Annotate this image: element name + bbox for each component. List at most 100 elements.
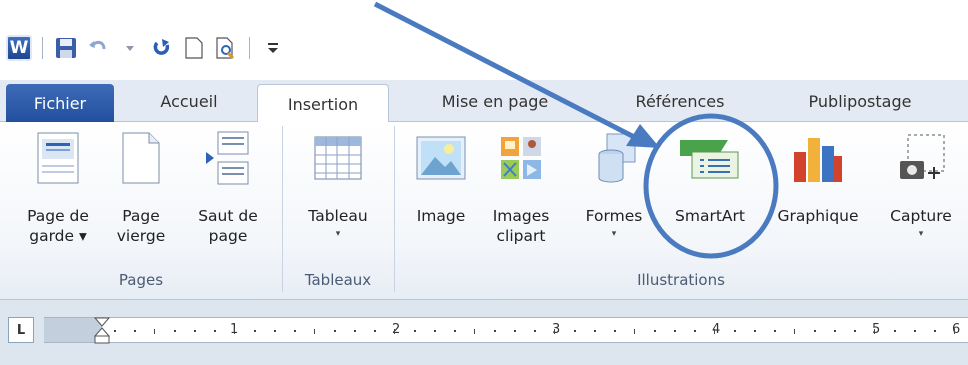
ruler-dot xyxy=(274,330,276,332)
ruler-dot xyxy=(694,330,696,332)
cover-page-icon xyxy=(36,130,80,186)
print-preview-icon[interactable] xyxy=(213,35,239,61)
undo-dropdown-icon[interactable] xyxy=(117,35,143,61)
ruler-dot xyxy=(334,330,336,332)
ruler-dot xyxy=(734,330,736,332)
tab-home[interactable]: Accueil xyxy=(134,80,244,122)
ruler-dot xyxy=(534,330,536,332)
image-label: Image xyxy=(416,207,466,225)
table-dropdown-arrow: ▾ xyxy=(335,229,341,239)
ruler-dot xyxy=(414,330,416,332)
ruler-dot xyxy=(814,330,816,332)
ruler-dot xyxy=(174,330,176,332)
cover-page-label-1: Page de xyxy=(27,207,89,225)
ruler-tick xyxy=(234,329,235,334)
image-icon xyxy=(415,130,467,186)
tab-insert[interactable]: Insertion xyxy=(257,84,389,123)
tab-selector-button[interactable]: L xyxy=(8,317,34,343)
ruler-dot xyxy=(494,330,496,332)
ruler-tick xyxy=(794,329,795,334)
tab-references[interactable]: Références xyxy=(605,80,755,122)
tab-file[interactable]: Fichier xyxy=(6,84,114,122)
customize-qat-icon[interactable] xyxy=(260,35,286,61)
qat-separator xyxy=(249,36,250,59)
ruler-area: L 1 2 3 4 5 6 xyxy=(0,300,968,365)
cover-page-button[interactable]: Page de garde ▾ xyxy=(8,130,108,246)
clipart-button[interactable]: Images clipart xyxy=(478,130,564,246)
ruler-tick xyxy=(874,329,875,334)
word-app-icon[interactable]: W xyxy=(6,34,32,61)
tab-mailings[interactable]: Publipostage xyxy=(780,80,940,122)
screenshot-icon xyxy=(894,130,948,186)
ruler-tick xyxy=(474,329,475,334)
ruler-dot xyxy=(374,330,376,332)
save-icon[interactable] xyxy=(53,35,79,61)
ruler-dot xyxy=(574,330,576,332)
ruler-tick xyxy=(554,329,555,334)
ruler-dot xyxy=(294,330,296,332)
ribbon-insert: Page de garde ▾ Page vierge Saut de page… xyxy=(0,122,968,300)
blank-page-icon xyxy=(121,130,161,186)
shapes-label: Formes xyxy=(585,207,643,225)
group-label-pages: Pages xyxy=(118,271,164,289)
quick-access-toolbar: W xyxy=(0,25,968,70)
ruler-dot xyxy=(754,330,756,332)
cover-page-label-2: garde ▾ xyxy=(29,227,87,245)
ribbon-tab-bar: Fichier Accueil Insertion Mise en page R… xyxy=(0,80,968,123)
ruler-dot xyxy=(434,330,436,332)
indent-marker-icon[interactable] xyxy=(94,317,110,344)
screenshot-button[interactable]: Capture ▾ xyxy=(876,130,966,242)
shapes-icon xyxy=(589,130,639,186)
ruler-tick xyxy=(714,329,715,334)
blank-page-button[interactable]: Page vierge xyxy=(108,130,174,246)
page-break-label-2: page xyxy=(208,227,248,245)
chart-label: Graphique xyxy=(777,207,859,225)
new-document-icon[interactable] xyxy=(181,35,207,61)
smartart-label: SmartArt xyxy=(675,207,745,225)
table-icon xyxy=(313,130,363,186)
shapes-button[interactable]: Formes ▾ xyxy=(574,130,654,242)
ruler-dot xyxy=(454,330,456,332)
table-button[interactable]: Tableau ▾ xyxy=(288,130,388,242)
ruler-dot xyxy=(254,330,256,332)
blank-page-label-1: Page xyxy=(122,207,160,225)
group-separator xyxy=(394,126,395,292)
ruler-dot xyxy=(854,330,856,332)
undo-icon[interactable] xyxy=(85,35,111,61)
qat-separator xyxy=(42,36,43,59)
ruler-tick xyxy=(314,329,315,334)
ruler-tick xyxy=(394,329,395,334)
ruler-dot xyxy=(774,330,776,332)
ruler-tick xyxy=(154,329,155,334)
page-break-label-1: Saut de xyxy=(198,207,258,225)
ruler-dot xyxy=(134,330,136,332)
ruler-dot xyxy=(654,330,656,332)
ruler-tick xyxy=(634,329,635,334)
horizontal-ruler[interactable]: 1 2 3 4 5 6 xyxy=(44,317,968,344)
ruler-dot xyxy=(114,330,116,332)
smartart-icon xyxy=(678,130,742,186)
group-label-tables: Tableaux xyxy=(304,271,372,289)
page-break-button[interactable]: Saut de page xyxy=(186,130,270,246)
ruler-dot xyxy=(514,330,516,332)
ruler-dot xyxy=(914,330,916,332)
screenshot-dropdown-arrow: ▾ xyxy=(918,229,924,239)
ruler-dot xyxy=(194,330,196,332)
ruler-dot xyxy=(214,330,216,332)
group-label-illustrations: Illustrations xyxy=(637,271,725,289)
ruler-dot xyxy=(594,330,596,332)
chart-icon xyxy=(790,130,846,186)
ruler-dot xyxy=(934,330,936,332)
shapes-dropdown-arrow: ▾ xyxy=(611,229,617,239)
screenshot-label: Capture xyxy=(890,207,952,225)
ruler-dot xyxy=(674,330,676,332)
smartart-button[interactable]: SmartArt xyxy=(660,130,760,226)
tab-page-layout[interactable]: Mise en page xyxy=(410,80,580,122)
blank-page-label-2: vierge xyxy=(116,227,166,245)
ruler-dot xyxy=(834,330,836,332)
ruler-dot xyxy=(894,330,896,332)
chart-button[interactable]: Graphique xyxy=(764,130,872,226)
clipart-icon xyxy=(499,130,543,186)
image-button[interactable]: Image xyxy=(406,130,476,226)
redo-icon[interactable] xyxy=(149,35,175,61)
